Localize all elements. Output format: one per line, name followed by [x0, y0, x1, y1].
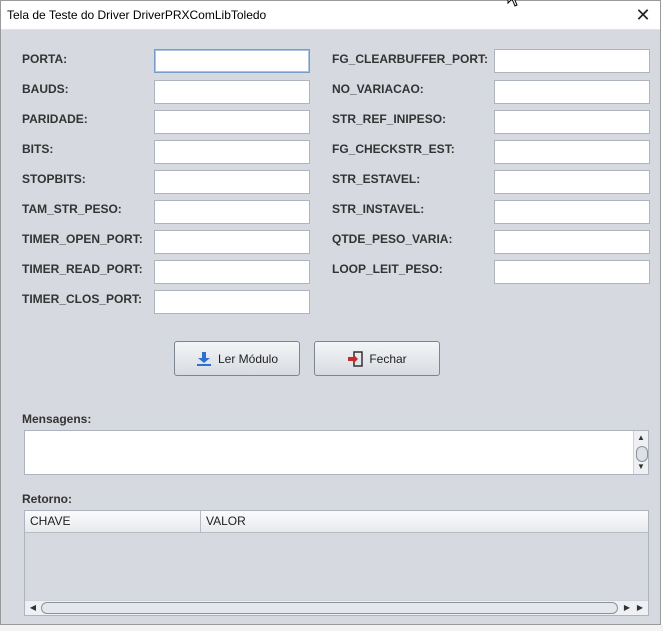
exit-icon — [347, 350, 364, 367]
bits-input[interactable] — [154, 140, 310, 164]
scroll-thumb[interactable] — [636, 446, 648, 462]
label-fg-clearbuffer-port: FG_CLEARBUFFER_PORT: — [332, 52, 489, 66]
porta-input[interactable] — [154, 49, 310, 73]
scroll-right-icon[interactable]: ▶ — [620, 601, 634, 615]
label-str-estavel: STR_ESTAVEL: — [332, 172, 421, 186]
column-header-valor[interactable]: VALOR — [201, 511, 648, 532]
bauds-input[interactable] — [154, 80, 310, 104]
fg-clearbuffer-port-input[interactable] — [494, 49, 650, 73]
ler-modulo-label: Ler Módulo — [217, 351, 279, 366]
table-horizontal-scrollbar[interactable]: ◀ ▶ ▶ — [25, 600, 648, 615]
loop-leit-peso-input[interactable] — [494, 260, 650, 284]
paridade-input[interactable] — [154, 110, 310, 134]
fechar-button[interactable]: Fechar — [314, 341, 440, 376]
scroll-left-icon[interactable]: ◀ — [26, 601, 40, 615]
label-qtde-peso-varia: QTDE_PESO_VARIA: — [332, 232, 453, 246]
timer-clos-port-input[interactable] — [154, 290, 310, 314]
mensagens-scrollbar[interactable]: ▲ ▼ — [633, 431, 648, 474]
download-icon — [196, 351, 212, 367]
str-instavel-input[interactable] — [494, 200, 650, 224]
label-loop-leit-peso: LOOP_LEIT_PESO: — [332, 262, 443, 276]
main-window: Tela de Teste do Driver DriverPRXComLibT… — [0, 0, 661, 625]
label-str-instavel: STR_INSTAVEL: — [332, 202, 425, 216]
mensagens-label: Mensagens: — [22, 412, 92, 426]
str-estavel-input[interactable] — [494, 170, 650, 194]
column-header-chave[interactable]: CHAVE — [25, 511, 201, 532]
window-title: Tela de Teste do Driver DriverPRXComLibT… — [7, 8, 267, 22]
label-timer-read-port: TIMER_READ_PORT: — [22, 262, 143, 276]
mouse-cursor-icon — [507, 0, 518, 7]
label-tam-str-peso: TAM_STR_PESO: — [22, 202, 122, 216]
retorno-label: Retorno: — [22, 492, 72, 506]
table-header: CHAVE VALOR — [25, 511, 648, 533]
scroll-up-icon[interactable]: ▲ — [634, 432, 648, 444]
label-bauds: BAUDS: — [22, 82, 69, 96]
fg-checkstr-est-input[interactable] — [494, 140, 650, 164]
label-stopbits: STOPBITS: — [22, 172, 86, 186]
label-bits: BITS: — [22, 142, 54, 156]
label-fg-checkstr-est: FG_CHECKSTR_EST: — [332, 142, 455, 156]
timer-read-port-input[interactable] — [154, 260, 310, 284]
retorno-table[interactable]: CHAVE VALOR ◀ ▶ ▶ — [24, 510, 649, 616]
label-timer-clos-port: TIMER_CLOS_PORT: — [22, 292, 143, 306]
scroll-end-icon[interactable]: ▶ — [633, 601, 647, 615]
mensagens-textarea[interactable]: ▲ ▼ — [24, 430, 649, 475]
ler-modulo-button[interactable]: Ler Módulo — [174, 341, 300, 376]
no-variacao-input[interactable] — [494, 80, 650, 104]
str-ref-inipeso-input[interactable] — [494, 110, 650, 134]
taskbar-edge — [0, 625, 663, 631]
label-timer-open-port: TIMER_OPEN_PORT: — [22, 232, 143, 246]
tam-str-peso-input[interactable] — [154, 200, 310, 224]
qtde-peso-varia-input[interactable] — [494, 230, 650, 254]
timer-open-port-input[interactable] — [154, 230, 310, 254]
label-porta: PORTA: — [22, 52, 68, 66]
stopbits-input[interactable] — [154, 170, 310, 194]
horizontal-scroll-thumb[interactable] — [41, 602, 618, 614]
label-str-ref-inipeso: STR_REF_INIPESO: — [332, 112, 447, 126]
scroll-down-icon[interactable]: ▼ — [634, 461, 648, 473]
label-no-variacao: NO_VARIACAO: — [332, 82, 424, 96]
close-icon[interactable]: ✕ — [626, 1, 660, 29]
title-bar[interactable]: Tela de Teste do Driver DriverPRXComLibT… — [1, 1, 660, 30]
label-paridade: PARIDADE: — [22, 112, 88, 126]
fechar-label: Fechar — [369, 351, 407, 366]
